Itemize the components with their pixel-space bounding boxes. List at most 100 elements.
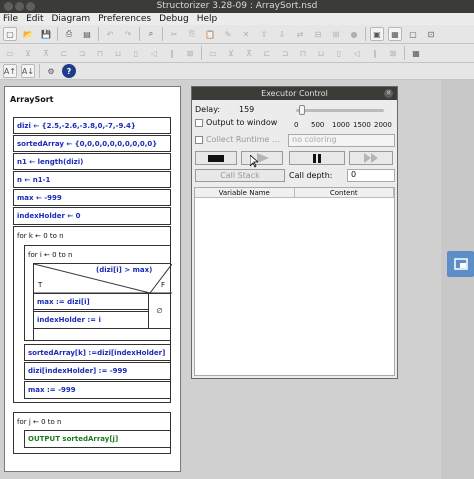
menu-preferences[interactable]: Preferences — [98, 14, 151, 24]
for-loop-j-header: for j ← 0 to n — [17, 418, 62, 426]
add-try-icon[interactable]: ⊠ — [183, 46, 197, 60]
font-up-icon[interactable]: A↑ — [3, 64, 17, 78]
font-down-icon[interactable]: A↓ — [21, 64, 35, 78]
variable-table-header: Variable Name Content — [195, 188, 394, 198]
help-icon[interactable]: ? — [62, 64, 76, 78]
add-if-after-icon[interactable]: ⊻ — [224, 46, 238, 60]
add-case-after-icon[interactable]: ⊼ — [242, 46, 256, 60]
statement-text: indexHolder := i — [37, 316, 101, 324]
side-panel-button[interactable] — [447, 251, 474, 277]
color-icon[interactable]: ▦ — [409, 46, 423, 60]
statement-sortedarray-assign[interactable]: sortedArray[k] :=dizi[indexHolder] — [24, 344, 171, 361]
add-forever-after-icon[interactable]: ⊔ — [314, 46, 328, 60]
collect-checkbox[interactable] — [195, 135, 203, 144]
delay-slider-track[interactable] — [296, 109, 384, 112]
move-up-icon[interactable]: ⇧ — [257, 27, 271, 41]
add-repeat-after-icon[interactable]: ⊓ — [296, 46, 310, 60]
statement-max-assign[interactable]: max := dizi[i] — [33, 293, 149, 310]
maximize-icon[interactable] — [26, 2, 35, 11]
expand-icon[interactable]: ⊞ — [329, 27, 343, 41]
delete-icon[interactable]: ✕ — [239, 27, 253, 41]
mouse-pointer-icon — [250, 155, 258, 168]
add-while-after-icon[interactable]: ⊐ — [278, 46, 292, 60]
font-toolbar: A↑ A↓ ⚙ ? — [0, 63, 474, 80]
menu-diagram[interactable]: Diagram — [52, 14, 91, 24]
statement-dizi-reset[interactable]: dizi[indexHolder] := -999 — [24, 362, 171, 380]
add-repeat-icon[interactable]: ⊓ — [93, 46, 107, 60]
add-parallel-after-icon[interactable]: ∥ — [368, 46, 382, 60]
add-call-icon[interactable]: ▯ — [129, 46, 143, 60]
boxed-view-icon[interactable]: ▦ — [388, 27, 402, 41]
add-forever-icon[interactable]: ⊔ — [111, 46, 125, 60]
add-instruction-icon[interactable]: ▭ — [3, 46, 17, 60]
menu-edit[interactable]: Edit — [26, 14, 43, 24]
collect-runtime-option[interactable]: Collect Runtime ... — [195, 135, 280, 144]
statement-output[interactable]: OUTPUT sortedArray[j] — [24, 430, 171, 448]
call-stack-button[interactable]: Call Stack — [195, 169, 285, 182]
column-variable-name[interactable]: Variable Name — [195, 188, 295, 197]
collapse-icon[interactable]: ⊟ — [311, 27, 325, 41]
close-icon[interactable] — [4, 2, 13, 11]
paste-icon[interactable]: 📋 — [203, 27, 217, 41]
column-content[interactable]: Content — [295, 188, 394, 197]
zoom-icon[interactable]: ▢ — [406, 27, 420, 41]
move-down-icon[interactable]: ⇩ — [275, 27, 289, 41]
pause-button[interactable] — [289, 151, 345, 165]
add-call-after-icon[interactable]: ▯ — [332, 46, 346, 60]
add-jump-after-icon[interactable]: ◁ — [350, 46, 364, 60]
separator — [404, 46, 405, 60]
unboxed-view-icon[interactable]: ▣ — [370, 27, 384, 41]
statement-dizi-init[interactable]: dizi ← {2.5,-2.6,-3.8,0,-7,-9.4} — [13, 117, 171, 134]
statement-max-reset[interactable]: max := -999 — [24, 381, 171, 399]
coloring-select[interactable]: no coloring — [288, 134, 395, 147]
step-button[interactable] — [349, 151, 393, 165]
statement-text: dizi ← {2.5,-2.6,-3.8,0,-7,-9.4} — [17, 121, 136, 130]
add-if-icon[interactable]: ⊻ — [21, 46, 35, 60]
add-try-after-icon[interactable]: ⊠ — [386, 46, 400, 60]
menu-debug[interactable]: Debug — [159, 14, 189, 24]
add-jump-icon[interactable]: ◁ — [147, 46, 161, 60]
copy-icon[interactable]: ⎘ — [185, 27, 199, 41]
save-file-icon[interactable]: 💾 — [39, 27, 53, 41]
window-icon — [453, 258, 468, 270]
undo-icon[interactable]: ↶ — [103, 27, 117, 41]
minimize-icon[interactable] — [15, 2, 24, 11]
structure-icon[interactable]: ⊡ — [424, 27, 438, 41]
transmute-icon[interactable]: ⇄ — [293, 27, 307, 41]
redo-icon[interactable]: ↷ — [121, 27, 135, 41]
statement-sortedarray-init[interactable]: sortedArray ← {0,0,0,0,0,0,0,0,0,0} — [13, 135, 171, 152]
open-file-icon[interactable]: 📂 — [21, 27, 35, 41]
output-to-window-option[interactable]: Output to window — [195, 118, 277, 127]
menu-help[interactable]: Help — [197, 14, 218, 24]
breakpoint-icon[interactable]: ● — [347, 27, 361, 41]
edit-icon[interactable]: ✎ — [221, 27, 235, 41]
add-for-icon[interactable]: ⊏ — [57, 46, 71, 60]
statement-max[interactable]: max ← -999 — [13, 189, 171, 206]
step-icon — [364, 153, 378, 163]
add-while-icon[interactable]: ⊐ — [75, 46, 89, 60]
stop-button[interactable] — [195, 151, 237, 165]
new-file-icon[interactable]: ▢ — [3, 27, 17, 41]
statement-indexholder-assign[interactable]: indexHolder := i — [33, 311, 149, 329]
export-image-icon[interactable]: ▤ — [80, 27, 94, 41]
print-icon[interactable]: ⎙ — [62, 27, 76, 41]
separator — [139, 27, 140, 41]
add-instruction-after-icon[interactable]: ▭ — [206, 46, 220, 60]
statement-n[interactable]: n ← n1-1 — [13, 171, 171, 188]
slider-tick-1000: 1000 — [332, 121, 350, 129]
slider-tick-2000: 2000 — [374, 121, 392, 129]
delay-slider-thumb[interactable] — [299, 105, 305, 115]
add-for-after-icon[interactable]: ⊏ — [260, 46, 274, 60]
run-button[interactable] — [241, 151, 283, 165]
executor-icon[interactable]: ⚙ — [44, 64, 58, 78]
find-icon[interactable]: ⌕ — [144, 27, 158, 41]
output-checkbox[interactable] — [195, 118, 203, 127]
statement-n1[interactable]: n1 ← length(dizi) — [13, 153, 171, 170]
if-false-branch[interactable]: ∅ — [148, 293, 171, 329]
statement-indexholder[interactable]: indexHolder ← 0 — [13, 207, 171, 225]
add-parallel-icon[interactable]: ∥ — [165, 46, 179, 60]
executor-close-icon[interactable]: ✕ — [384, 89, 393, 98]
add-case-icon[interactable]: ⊼ — [39, 46, 53, 60]
menu-file[interactable]: File — [3, 14, 18, 24]
cut-icon[interactable]: ✂ — [167, 27, 181, 41]
